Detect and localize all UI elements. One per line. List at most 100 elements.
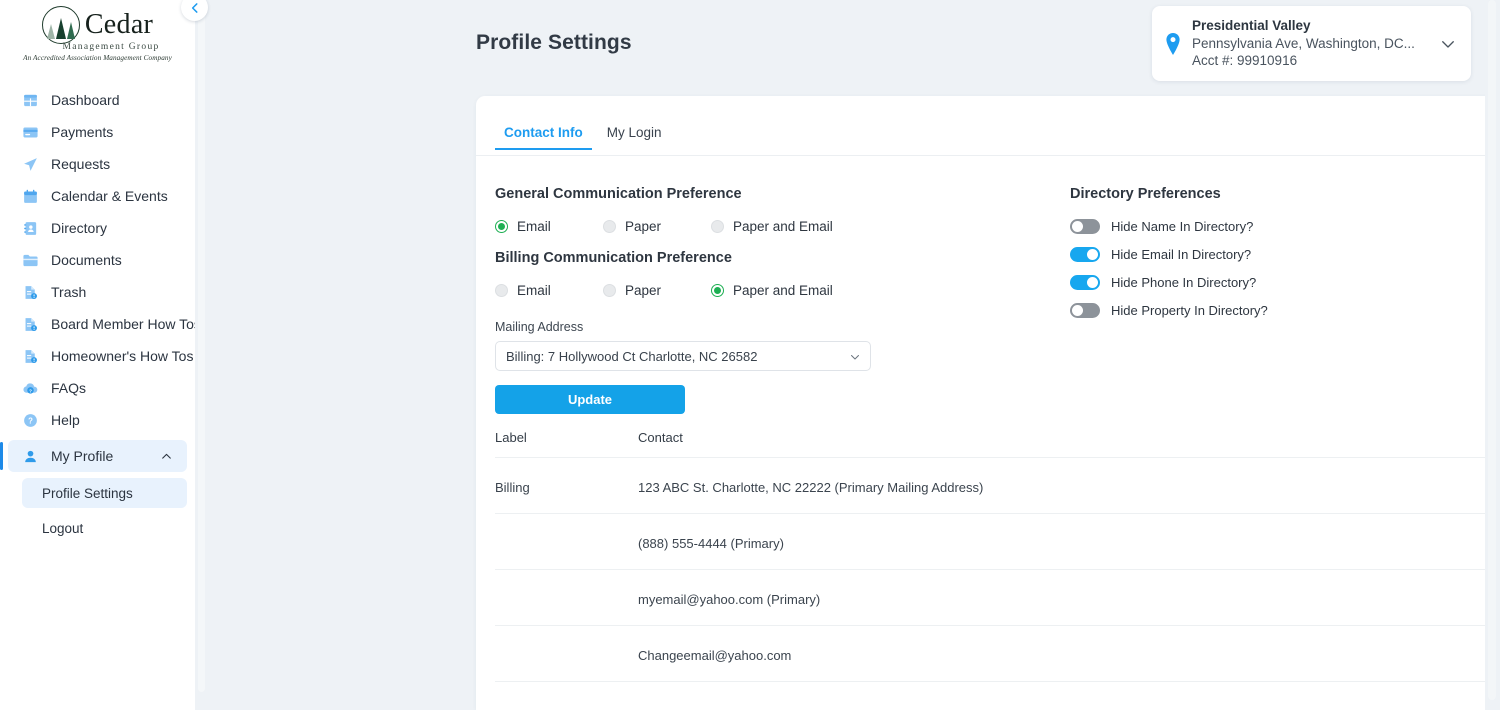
page-title: Profile Settings bbox=[476, 31, 632, 55]
credit-card-icon bbox=[22, 124, 39, 141]
sidebar-subitem-profile-settings[interactable]: Profile Settings bbox=[22, 478, 187, 508]
radio-indicator bbox=[711, 284, 724, 297]
table-header-row: Label Contact bbox=[495, 430, 1500, 458]
cedar-trees-icon bbox=[42, 6, 80, 44]
sidebar-item-label: Documents bbox=[51, 252, 122, 268]
radio-billing-email[interactable]: Email bbox=[495, 283, 603, 298]
radio-indicator bbox=[495, 220, 508, 233]
sidebar-item-homeowners-how-tos[interactable]: Homeowner's How Tos bbox=[8, 340, 187, 372]
sidebar-item-label: Directory bbox=[51, 220, 107, 236]
sidebar-nav: Dashboard Payments Requests bbox=[0, 84, 195, 543]
brand-tagline: An Accredited Association Management Com… bbox=[23, 54, 172, 62]
column-header-label: Label bbox=[495, 430, 638, 445]
sidebar-item-payments[interactable]: Payments bbox=[8, 116, 187, 148]
radio-indicator bbox=[711, 220, 724, 233]
document-info-icon bbox=[22, 284, 39, 301]
sidebar-item-trash[interactable]: Trash bbox=[8, 276, 187, 308]
cell-label bbox=[495, 626, 638, 648]
sidebar-item-dashboard[interactable]: Dashboard bbox=[8, 84, 187, 116]
brand-subtitle: Management Group bbox=[63, 42, 160, 52]
account-number: Acct #: 99910916 bbox=[1192, 52, 1429, 70]
cell-label bbox=[495, 570, 638, 592]
radio-indicator bbox=[495, 284, 508, 297]
tab-label: Contact Info bbox=[504, 125, 583, 140]
toggle-hide-name-in-directory[interactable] bbox=[1070, 219, 1100, 234]
radio-label: Email bbox=[517, 219, 551, 234]
radio-indicator bbox=[603, 220, 616, 233]
sidebar-item-label: My Profile bbox=[51, 448, 113, 464]
sidebar-item-label: FAQs bbox=[51, 380, 86, 396]
cell-contact: (888) 555-4444 (Primary) bbox=[638, 514, 1500, 551]
chevron-down-icon bbox=[849, 351, 861, 363]
sidebar-item-label: Trash bbox=[51, 284, 86, 300]
radio-billing-paper[interactable]: Paper bbox=[603, 283, 711, 298]
app-root: Cedar Management Group An Accredited Ass… bbox=[0, 0, 1500, 710]
radio-billing-paper-and-email[interactable]: Paper and Email bbox=[711, 283, 833, 298]
mailing-address-label: Mailing Address bbox=[495, 320, 1055, 334]
main-area: Profile Settings Presidential Valley Pen… bbox=[195, 0, 1500, 710]
cell-label bbox=[495, 514, 638, 536]
sidebar-subitem-label: Logout bbox=[42, 521, 83, 536]
tab-contact-info[interactable]: Contact Info bbox=[495, 122, 592, 150]
dashboard-icon bbox=[22, 92, 39, 109]
folder-icon bbox=[22, 252, 39, 269]
sidebar-item-documents[interactable]: Documents bbox=[8, 244, 187, 276]
sidebar-item-requests[interactable]: Requests bbox=[8, 148, 187, 180]
toggle-hide-phone-in-directory[interactable] bbox=[1070, 275, 1100, 290]
content-card: Contact Info My Login General Communicat… bbox=[476, 96, 1500, 710]
brand-logo[interactable]: Cedar Management Group An Accredited Ass… bbox=[0, 0, 195, 62]
sidebar-item-faqs[interactable]: ? FAQs bbox=[8, 372, 187, 404]
document-info-icon bbox=[22, 316, 39, 333]
toggle-label: Hide Email In Directory? bbox=[1111, 247, 1251, 262]
radio-general-paper-and-email[interactable]: Paper and Email bbox=[711, 219, 833, 234]
sidebar-item-label: Homeowner's How Tos bbox=[51, 348, 193, 364]
tab-bar: Contact Info My Login bbox=[495, 122, 671, 150]
page-scrollbar[interactable] bbox=[1485, 0, 1500, 710]
general-preference-options: Email Paper Paper and Email bbox=[495, 219, 1055, 234]
mailing-address-select[interactable]: Billing: 7 Hollywood Ct Charlotte, NC 26… bbox=[495, 341, 871, 371]
sidebar-item-label: Payments bbox=[51, 124, 113, 140]
contacts-table: Label Contact Billing 123 ABC St. Charlo… bbox=[495, 430, 1500, 682]
toggle-label: Hide Phone In Directory? bbox=[1111, 275, 1256, 290]
table-row: Billing 123 ABC St. Charlotte, NC 22222 … bbox=[495, 458, 1500, 514]
sidebar-item-board-member-how-tos[interactable]: Board Member How Tos bbox=[8, 308, 187, 340]
sidebar-item-help[interactable]: ? Help bbox=[8, 404, 187, 436]
update-button[interactable]: Update bbox=[495, 385, 685, 414]
sidebar-item-directory[interactable]: Directory bbox=[8, 212, 187, 244]
help-circle-icon: ? bbox=[22, 412, 39, 429]
toggle-hide-property-in-directory[interactable] bbox=[1070, 303, 1100, 318]
radio-general-paper[interactable]: Paper bbox=[603, 219, 711, 234]
svg-text:?: ? bbox=[28, 416, 33, 425]
sidebar-subitem-label: Profile Settings bbox=[42, 486, 133, 501]
sidebar-item-calendar-events[interactable]: Calendar & Events bbox=[8, 180, 187, 212]
account-name: Presidential Valley bbox=[1192, 17, 1429, 35]
billing-preference-options: Email Paper Paper and Email bbox=[495, 283, 1055, 298]
radio-label: Paper and Email bbox=[733, 283, 833, 298]
sidebar-item-my-profile[interactable]: My Profile bbox=[8, 440, 187, 472]
toggle-row-hide-property: Hide Property In Directory? bbox=[1070, 303, 1400, 318]
page-scrollbar-thumb[interactable] bbox=[1488, 0, 1496, 700]
toggle-label: Hide Name In Directory? bbox=[1111, 219, 1253, 234]
sidebar-item-label: Calendar & Events bbox=[51, 188, 168, 204]
radio-general-email[interactable]: Email bbox=[495, 219, 603, 234]
sidebar-item-label: Board Member How Tos bbox=[51, 316, 195, 332]
toggle-row-hide-phone: Hide Phone In Directory? bbox=[1070, 275, 1400, 290]
chevron-left-icon bbox=[188, 1, 202, 15]
radio-label: Paper and Email bbox=[733, 219, 833, 234]
sidebar-item-label: Help bbox=[51, 412, 80, 428]
paper-plane-icon bbox=[22, 156, 39, 173]
account-selector-card[interactable]: Presidential Valley Pennsylvania Ave, Wa… bbox=[1152, 6, 1471, 81]
radio-label: Email bbox=[517, 283, 551, 298]
preferences-column: General Communication Preference Email P… bbox=[495, 186, 1055, 414]
cloud-question-icon: ? bbox=[22, 380, 39, 397]
toggle-hide-email-in-directory[interactable] bbox=[1070, 247, 1100, 262]
document-info-icon bbox=[22, 348, 39, 365]
sidebar-item-label: Requests bbox=[51, 156, 110, 172]
chevron-down-icon[interactable] bbox=[1439, 35, 1457, 53]
table-row: (888) 555-4444 (Primary) Edit Delete bbox=[495, 514, 1500, 570]
calendar-icon bbox=[22, 188, 39, 205]
billing-preference-title: Billing Communication Preference bbox=[495, 250, 1055, 266]
tab-my-login[interactable]: My Login bbox=[598, 122, 671, 150]
user-icon bbox=[22, 448, 39, 465]
sidebar-subitem-logout[interactable]: Logout bbox=[22, 513, 187, 543]
